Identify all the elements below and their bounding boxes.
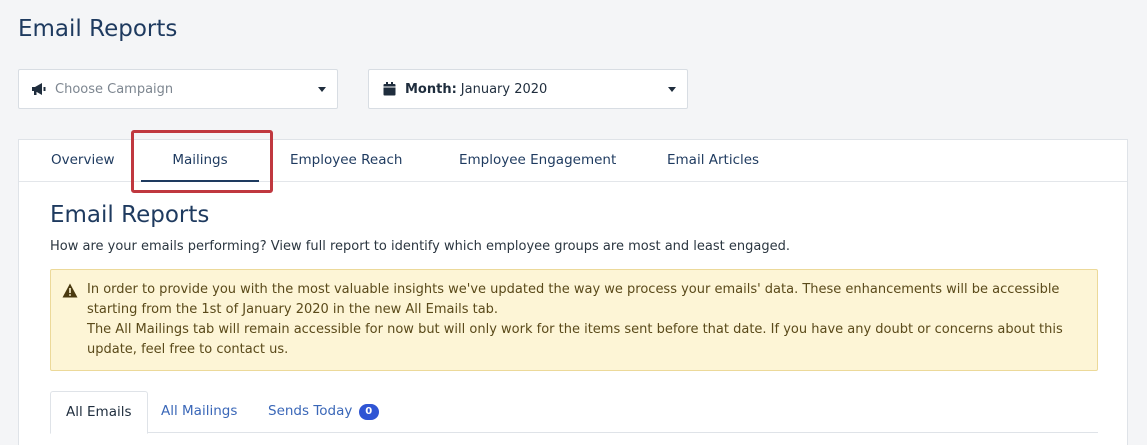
subtab-sends-today[interactable]: Sends Today 0 bbox=[253, 391, 394, 433]
megaphone-icon bbox=[31, 82, 47, 96]
alert-text-2: The All Mailings tab will remain accessi… bbox=[87, 322, 1063, 357]
month-label: Month: bbox=[405, 81, 457, 97]
section-title: Email Reports bbox=[50, 202, 210, 228]
calendar-icon bbox=[381, 82, 397, 96]
campaign-dropdown-placeholder: Choose Campaign bbox=[55, 81, 174, 97]
subtab-all-mailings[interactable]: All Mailings bbox=[146, 391, 252, 433]
section-description: How are your emails performing? View ful… bbox=[50, 239, 790, 254]
month-dropdown[interactable]: Month: January 2020 bbox=[368, 69, 688, 109]
alert-text-1: In order to provide you with the most va… bbox=[87, 282, 1060, 317]
page-title: Email Reports bbox=[18, 16, 178, 42]
tab-email-articles[interactable]: Email Articles bbox=[667, 140, 759, 182]
report-card: Overview Mailings Employee Reach Employe… bbox=[18, 139, 1128, 445]
subtab-sends-today-label: Sends Today bbox=[268, 403, 353, 419]
tab-employee-engagement[interactable]: Employee Engagement bbox=[459, 140, 616, 182]
tab-overview[interactable]: Overview bbox=[51, 140, 115, 182]
email-subtabs: All Emails All Mailings Sends Today 0 bbox=[50, 391, 1098, 434]
warning-icon bbox=[62, 283, 78, 298]
chevron-down-icon bbox=[668, 87, 676, 92]
sends-today-badge: 0 bbox=[358, 404, 379, 420]
campaign-dropdown[interactable]: Choose Campaign bbox=[18, 69, 338, 109]
warning-alert: In order to provide you with the most va… bbox=[50, 269, 1098, 371]
chevron-down-icon bbox=[318, 87, 326, 92]
subtab-all-emails[interactable]: All Emails bbox=[50, 391, 148, 434]
month-value: January 2020 bbox=[460, 81, 548, 97]
report-tabs: Overview Mailings Employee Reach Employe… bbox=[19, 140, 1127, 182]
tab-employee-reach[interactable]: Employee Reach bbox=[290, 140, 402, 182]
tab-mailings[interactable]: Mailings bbox=[141, 140, 259, 182]
